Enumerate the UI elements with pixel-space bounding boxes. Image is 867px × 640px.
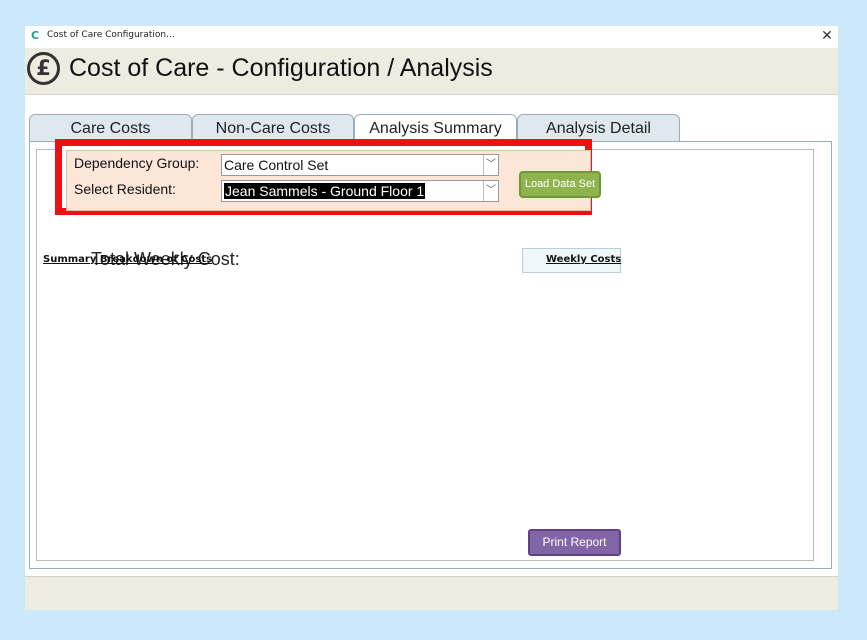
pound-icon: £	[27, 52, 60, 85]
tab-non-care-costs[interactable]: Non-Care Costs	[192, 114, 354, 141]
close-button[interactable]: ✕	[818, 26, 836, 46]
tab-analysis-summary[interactable]: Analysis Summary	[354, 114, 517, 142]
chevron-down-icon[interactable]: ﹀	[483, 181, 498, 201]
tab-care-costs[interactable]: Care Costs	[29, 114, 192, 141]
print-report-button[interactable]: Print Report	[528, 529, 621, 556]
dependency-group-value: Care Control Set	[224, 157, 329, 173]
dependency-group-label: Dependency Group:	[74, 155, 200, 171]
select-resident-label: Select Resident:	[74, 181, 176, 197]
page-header: £ Cost of Care - Configuration / Analysi…	[25, 48, 838, 95]
window-title: Cost of Care Configuration...	[47, 30, 175, 40]
highlight-box: Dependency Group: Care Control Set ﹀ Sel…	[55, 139, 601, 215]
tab-analysis-detail[interactable]: Analysis Detail	[517, 114, 680, 141]
weekly-costs-header: Weekly Costs	[546, 254, 622, 265]
page-title: Cost of Care - Configuration / Analysis	[69, 54, 493, 82]
select-resident-select[interactable]: Jean Sammels - Ground Floor 1 ﹀	[221, 180, 499, 202]
filter-section: Dependency Group: Care Control Set ﹀ Sel…	[66, 150, 601, 211]
load-data-set-button[interactable]: Load Data Set	[519, 171, 601, 198]
title-bar: C Cost of Care Configuration... ✕	[25, 26, 838, 48]
app-icon: C	[31, 29, 40, 42]
chevron-down-icon[interactable]: ﹀	[483, 155, 498, 175]
footer-bar	[25, 576, 838, 610]
summary-breakdown-header: Summary Breakdown of Costs	[43, 254, 213, 265]
app-window: C Cost of Care Configuration... ✕ £ Cost…	[25, 26, 838, 610]
select-resident-value: Jean Sammels - Ground Floor 1	[224, 183, 426, 199]
dependency-group-select[interactable]: Care Control Set ﹀	[221, 154, 499, 176]
